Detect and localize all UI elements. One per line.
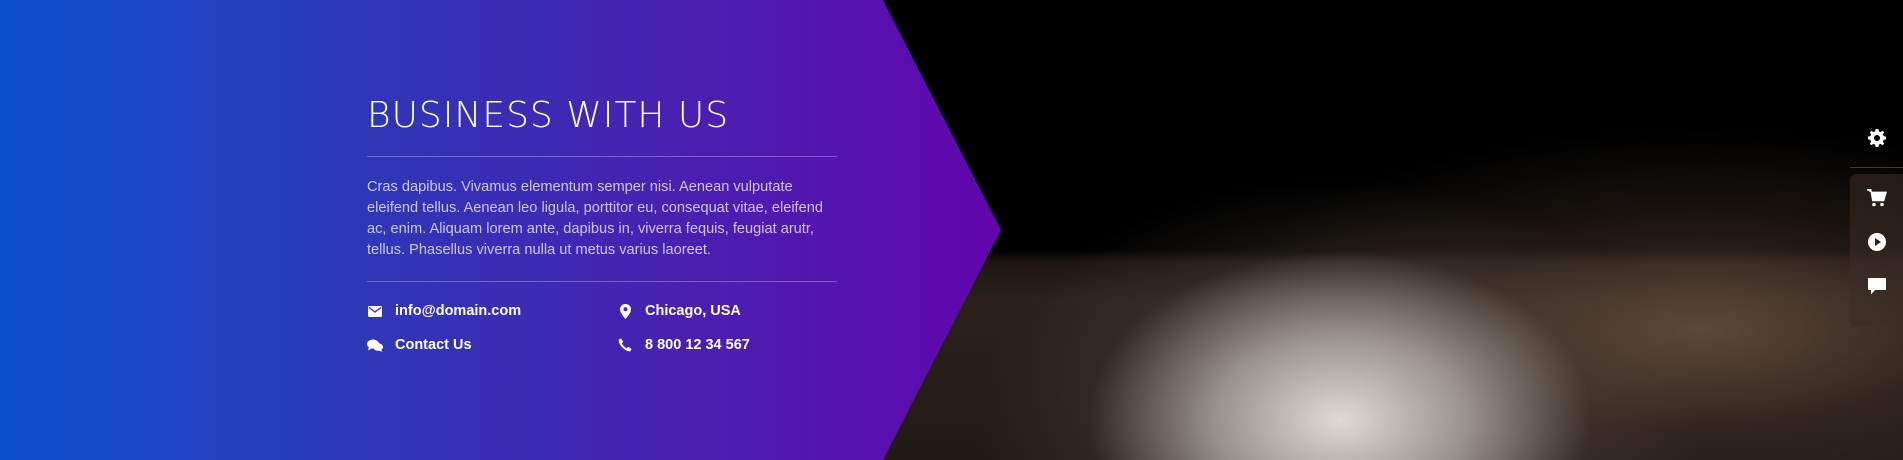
divider-bottom — [367, 281, 837, 282]
phone-icon — [617, 337, 633, 353]
chat-icon — [367, 337, 383, 353]
comment-button[interactable] — [1850, 266, 1903, 306]
location-label: Chicago, USA — [645, 303, 741, 319]
section-title: BUSINESS WITH US — [367, 95, 730, 136]
gear-icon — [1867, 129, 1886, 147]
play-button[interactable] — [1850, 222, 1903, 262]
section-description: Cras dapibus. Vivamus elementum semper n… — [367, 179, 823, 258]
cart-icon — [1866, 189, 1887, 207]
map-marker-icon — [617, 303, 633, 319]
gradient-arrow-panel: BUSINESS WITH US Cras dapibus. Vivamus e… — [0, 0, 1001, 460]
comment-icon — [1867, 277, 1886, 295]
cart-button[interactable] — [1850, 178, 1903, 218]
sidebar-group — [1850, 174, 1903, 326]
settings-button[interactable] — [1850, 110, 1903, 166]
sidebar-divider — [1850, 167, 1903, 168]
play-icon — [1867, 233, 1886, 251]
email-label: info@domain.com — [395, 303, 522, 319]
phone-link[interactable]: 8 800 12 34 567 — [617, 337, 750, 353]
divider-top — [367, 156, 837, 157]
location-info: Chicago, USA — [617, 303, 741, 319]
phone-label: 8 800 12 34 567 — [645, 337, 750, 353]
contact-us-label: Contact Us — [395, 337, 472, 353]
contact-us-link[interactable]: Contact Us — [367, 337, 472, 353]
envelope-icon — [367, 303, 383, 319]
email-link[interactable]: info@domain.com — [367, 303, 521, 319]
